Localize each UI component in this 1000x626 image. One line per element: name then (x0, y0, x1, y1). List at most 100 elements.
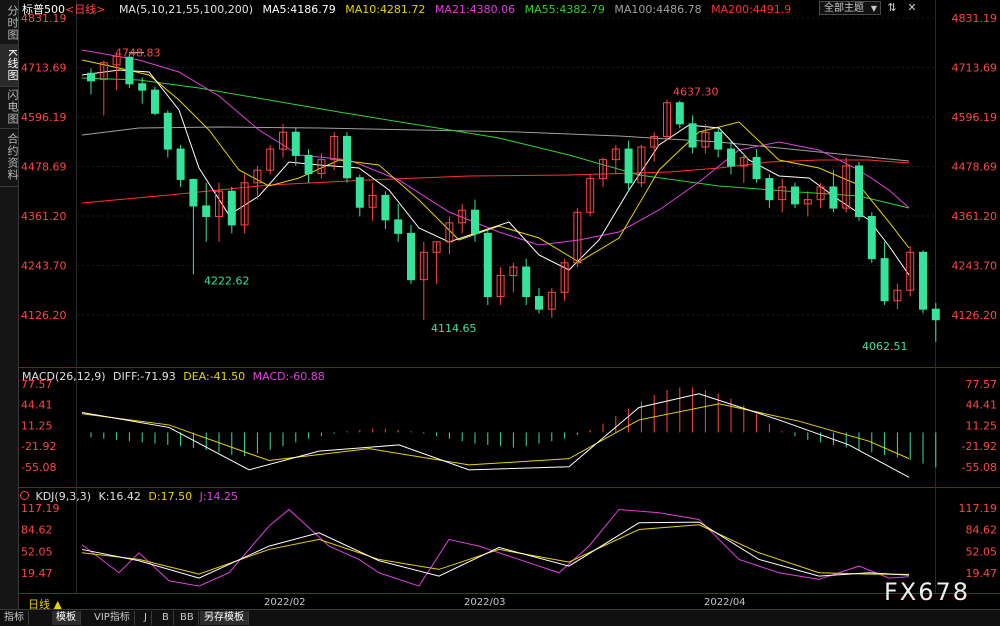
candle-down (727, 148, 735, 167)
price-axis-right-label: 4713.69 (952, 62, 998, 75)
side-tabs: 分时图 K线图 闪电图 合约资料 (0, 0, 19, 609)
tab-contract-info[interactable]: 合约资料 (0, 128, 19, 187)
macd-axis-left-label: 11.25 (21, 419, 53, 432)
kdj-header: KDJ(9,3,3) K:16.42 D:17.50 J:14.25 (20, 490, 242, 503)
layout-toggle-icon[interactable]: ⇅ (884, 1, 900, 15)
macd-histogram (81, 387, 937, 478)
ma21-value: MA21:4380.06 (434, 3, 516, 16)
kdj-axis-left-label: 19.47 (21, 567, 53, 580)
macd-axis-right-label: 77.57 (966, 378, 998, 391)
kdj-axis-left-label: 84.62 (21, 524, 53, 537)
annotation-high1: 4748.83 (115, 47, 161, 60)
ma10-value: MA10:4281.72 (345, 3, 426, 16)
annotation-high2: 4637.30 (673, 86, 719, 99)
theme-select-label: 全部主题 (824, 3, 864, 14)
kdj-axis-left-label: 117.19 (21, 502, 60, 515)
candlesticks (87, 52, 940, 342)
kdj-label[interactable]: KDJ(9,3,3) (36, 490, 92, 503)
price-axis-left-label: 4243.70 (21, 260, 67, 273)
kdj-d: D:17.50 (148, 490, 193, 503)
macd-axis-right-label: 11.25 (966, 419, 998, 432)
price-axis-left-label: 4478.69 (21, 161, 67, 174)
tab-b[interactable]: B (158, 611, 174, 625)
kdj-axis-right-label: 19.47 (966, 567, 998, 580)
tab-template[interactable]: 模板 (52, 611, 81, 625)
ma100-line (81, 126, 910, 162)
candle-down (471, 209, 479, 234)
price-axis-left-label: 4713.69 (21, 62, 67, 75)
ma5-line (81, 69, 910, 276)
candle-down (189, 178, 198, 207)
price-axis-right-label: 4243.70 (952, 260, 998, 273)
candle-down (829, 186, 838, 209)
macd-axis-left-label: -21.92 (21, 440, 56, 453)
kdj-j: J:14.25 (199, 490, 239, 503)
candle-down (855, 165, 863, 218)
candle-down (931, 308, 940, 321)
tab-bb[interactable]: BB (176, 611, 199, 625)
price-axis-right-label: 4126.20 (952, 309, 998, 322)
price-axis-left-label: 4361.20 (21, 210, 67, 223)
macd-dea: DEA:-41.50 (183, 370, 246, 383)
chevron-down-icon: ▼ (870, 4, 877, 13)
macd-axis-right-label: -21.92 (962, 440, 997, 453)
ma-settings-label[interactable]: MA(5,10,21,55,100,200) (119, 3, 253, 16)
kdj-axis-right-label: 84.62 (966, 524, 998, 537)
symbol-name[interactable]: 标普500 (22, 3, 65, 16)
kdj-axis-right-label: 117.19 (959, 502, 998, 515)
candle-down (483, 232, 492, 298)
price-axis-right-label: 4831.19 (952, 12, 998, 25)
macd-axis-right-label: -55.08 (962, 461, 997, 474)
candle-down (522, 266, 531, 298)
candle-down (138, 83, 147, 91)
macd-axis-right-label: 44.41 (966, 399, 998, 412)
candle-down (87, 72, 95, 82)
candle-down (227, 190, 236, 226)
ma100-value: MA100:4486.78 (614, 3, 702, 16)
candle-down (765, 178, 774, 201)
tab-j[interactable]: J (140, 611, 152, 625)
price-axis-right-label: 4596.19 (952, 111, 998, 124)
candle-down (407, 232, 415, 281)
macd-label[interactable]: MACD(26,12,9) (22, 370, 106, 383)
candle-down (688, 123, 697, 148)
candle-down (304, 154, 313, 175)
tab-kline-chart[interactable]: K线图 (0, 44, 19, 87)
kdj-axis-right-label: 52.05 (966, 545, 998, 558)
time-axis-label: 2022/02 (264, 597, 306, 608)
close-icon[interactable]: ✕ (904, 1, 920, 15)
candle-down (867, 216, 876, 260)
candle-down (355, 177, 364, 208)
tab-save-template[interactable]: 另存模板 (200, 611, 249, 625)
candle-down (394, 219, 403, 234)
annotation-low2: 4114.65 (431, 322, 477, 335)
candle-down (791, 186, 799, 205)
theme-select[interactable]: 全部主题 ▼ (819, 1, 881, 15)
price-axis-right-label: 4361.20 (952, 210, 998, 223)
candle-down (202, 205, 211, 218)
candle-down (919, 251, 927, 310)
header-bar: 标普500<日线> MA(5,10,21,55,100,200) MA5:418… (22, 1, 797, 16)
tab-flash-chart[interactable]: 闪电图 (0, 86, 19, 129)
price-axis-right-label: 4478.69 (952, 161, 998, 174)
price-axis-left-label: 4596.19 (21, 111, 67, 124)
chart-area[interactable]: 4831.19 4831.194713.69 4713.694596.19 4596.… (19, 0, 1000, 609)
candle-down (291, 131, 300, 156)
period-label[interactable]: <日线> (65, 3, 105, 16)
price-grid (77, 17, 935, 316)
candle-down (381, 194, 390, 221)
tab-time-chart[interactable]: 分时图 (0, 2, 19, 45)
ma200-value: MA200:4491.9 (711, 3, 792, 16)
bottom-toolbar: 指标 模板 VIP指标 J B BB 另存模板 (0, 609, 1000, 626)
macd-header: MACD(26,12,9) DIFF:-71.93 DEA:-41.50 MAC… (22, 370, 329, 383)
macd-axis-left-label: -55.08 (21, 461, 56, 474)
tab-vip-indicators[interactable]: VIP指标 (90, 611, 135, 625)
ma55-value: MA55:4382.79 (524, 3, 605, 16)
time-axis-label: 2022/03 (464, 597, 506, 608)
candle-down (675, 102, 684, 125)
candle-down (176, 148, 185, 180)
candle-down (535, 296, 543, 310)
kdj-settings-icon[interactable] (20, 491, 29, 500)
tab-indicators[interactable]: 指标 (0, 611, 29, 625)
watermark-logo: FX678 (884, 578, 971, 606)
